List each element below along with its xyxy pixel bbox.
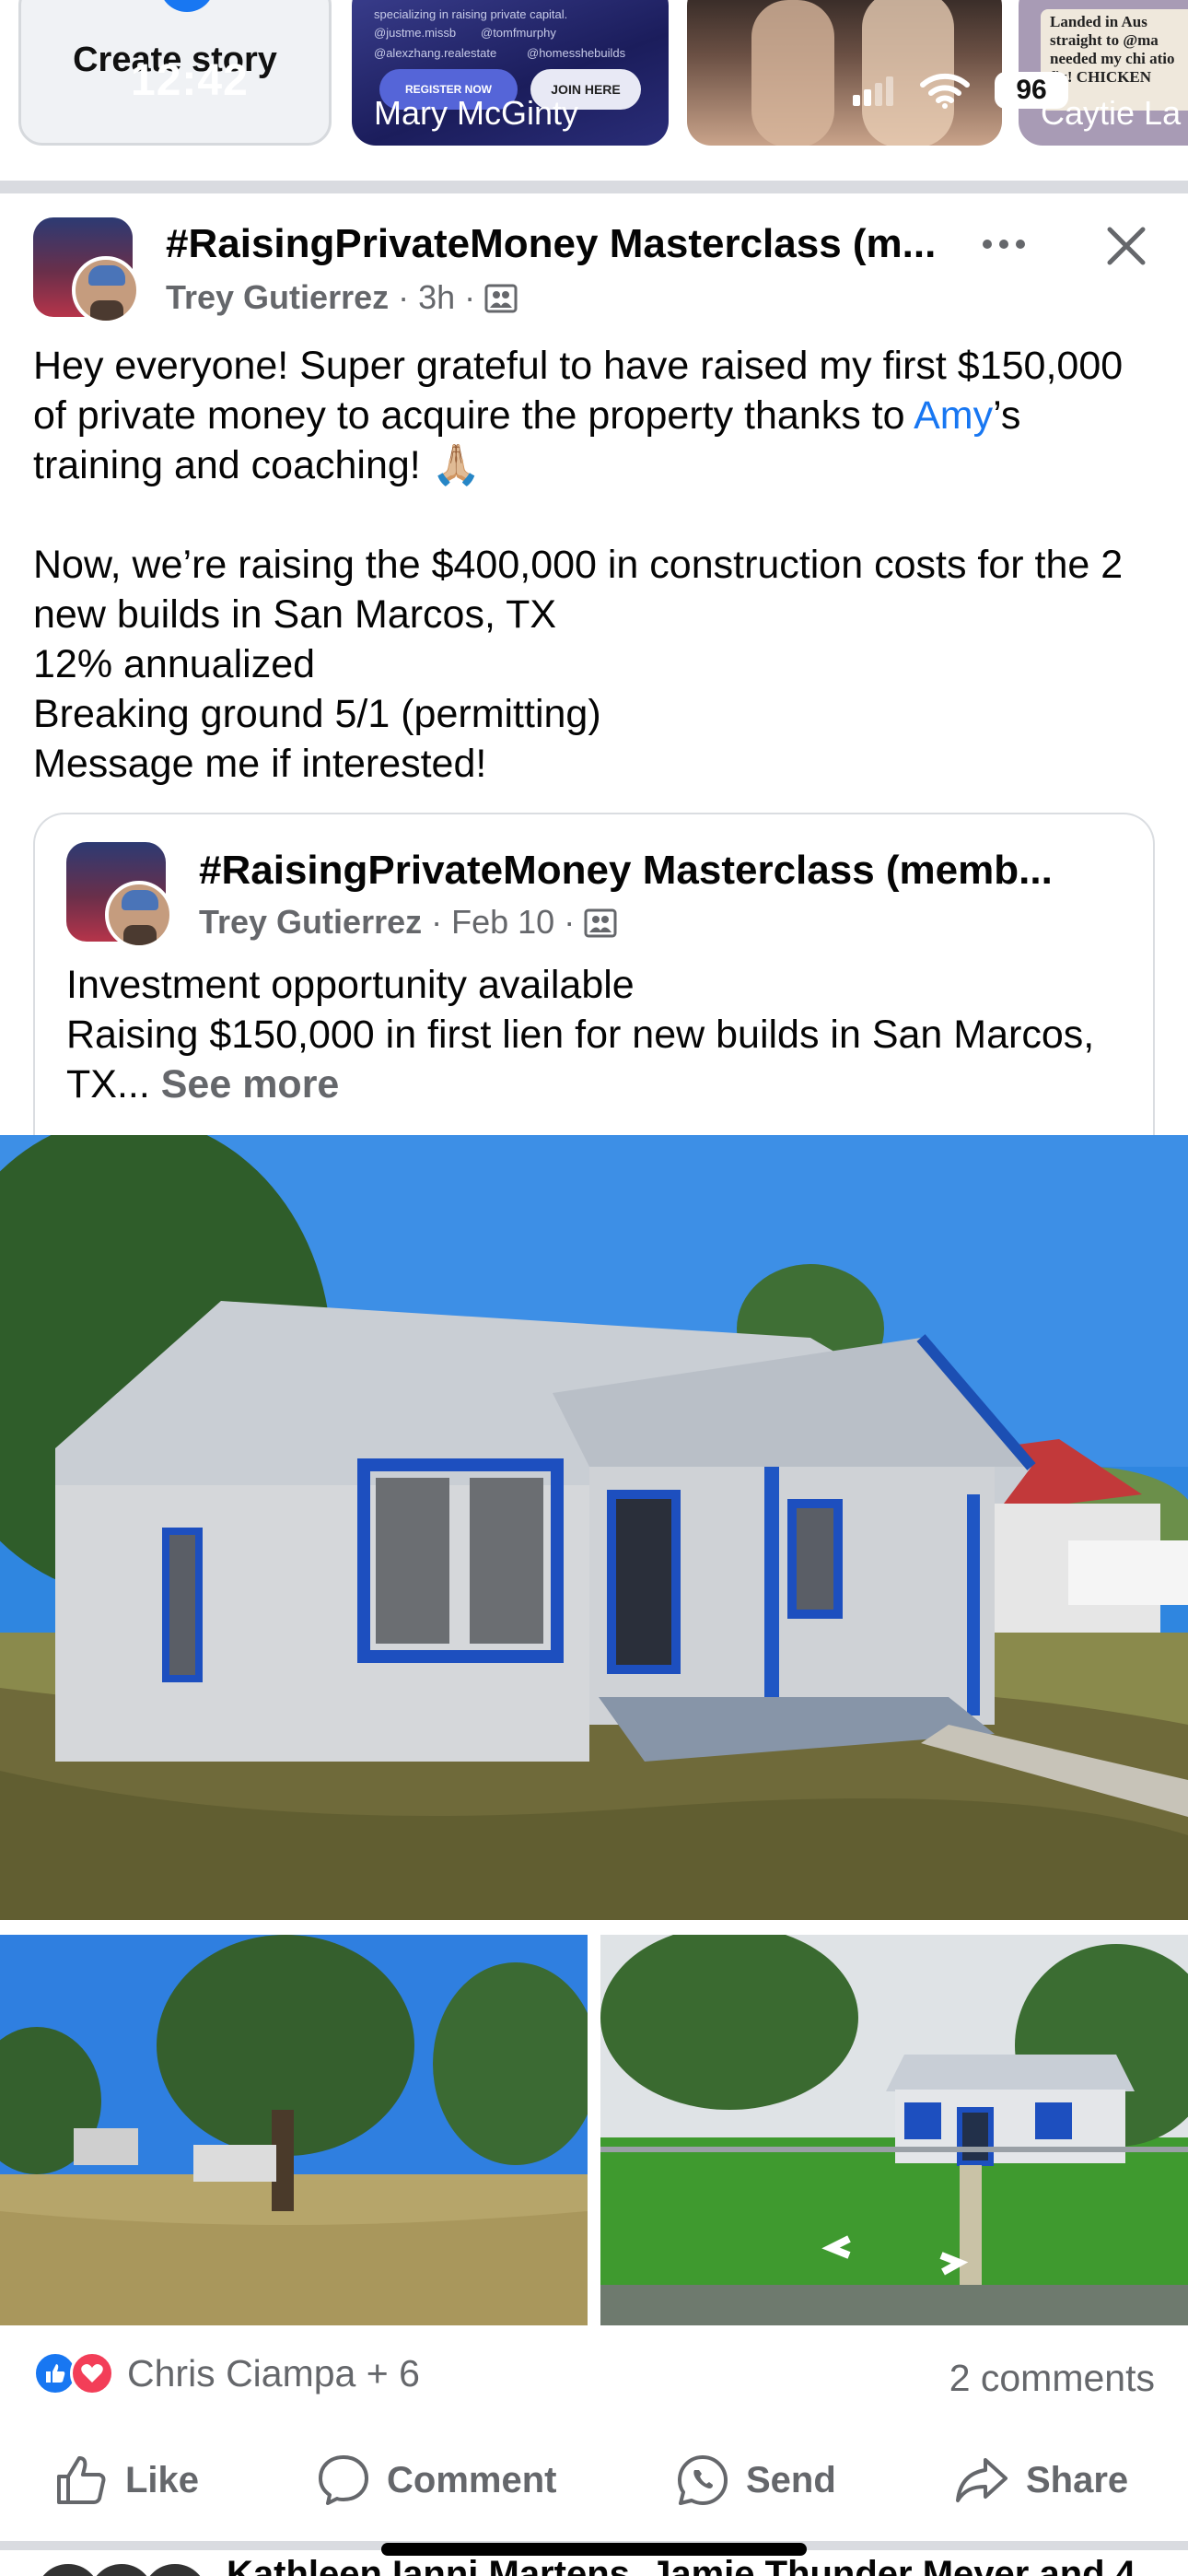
story-handle: @justme.missb	[374, 26, 457, 40]
story-author-name: Mary McGinty	[374, 94, 579, 132]
avatar	[87, 2561, 157, 2576]
comments-count[interactable]: 2 comments	[949, 2357, 1155, 2400]
close-icon	[1107, 227, 1146, 265]
story-photo-person	[751, 0, 834, 146]
post-text: Hey everyone! Super grateful to have rai…	[33, 341, 1157, 789]
avatar	[33, 2561, 103, 2576]
author-avatar	[72, 256, 140, 324]
shared-post-text: Investment opportunity available Raising…	[66, 960, 1135, 1109]
wifi-icon	[920, 73, 970, 109]
post-text-rest: Now, we’re raising the $400,000 in const…	[33, 543, 1124, 786]
send-icon	[678, 2455, 728, 2505]
comment-label: Comment	[387, 2459, 557, 2500]
post-actions: Like Comment Send Share	[0, 2443, 1188, 2517]
reactions-summary[interactable]: Chris Ciampa + 6	[33, 2351, 420, 2395]
more-dots-icon	[983, 240, 992, 249]
group-title[interactable]: #RaisingPrivateMoney Masterclass (m...	[166, 221, 967, 267]
stories-strip: Create story specializing in raising pri…	[0, 0, 1188, 181]
like-icon	[57, 2456, 106, 2504]
see-more-link[interactable]: See more	[161, 1062, 340, 1107]
shared-group-title[interactable]: #RaisingPrivateMoney Masterclass (memb..…	[199, 848, 1129, 894]
comment-icon	[319, 2455, 368, 2505]
group-avatar[interactable]	[66, 842, 173, 949]
post-photo-lot[interactable]	[0, 1935, 588, 2325]
story-card[interactable]: specializing in raising private capital.…	[352, 0, 669, 146]
peek-avatars	[33, 2561, 210, 2576]
love-reaction-icon	[70, 2351, 114, 2395]
author-name[interactable]: Trey Gutierrez	[166, 278, 389, 317]
send-label: Send	[746, 2459, 836, 2500]
home-indicator[interactable]	[381, 2543, 807, 2556]
share-icon	[956, 2458, 1007, 2502]
shared-post-card[interactable]: #RaisingPrivateMoney Masterclass (memb..…	[33, 813, 1155, 1144]
shared-post-meta: Trey Gutierrez · Feb 10 ·	[199, 903, 617, 942]
close-button[interactable]	[1096, 216, 1157, 276]
group-avatar[interactable]	[33, 217, 140, 324]
add-story-icon	[159, 0, 215, 12]
battery-indicator: 96	[995, 72, 1068, 109]
story-handle: @alexzhang.realestate	[374, 46, 497, 60]
empty-lot-photo	[0, 1935, 588, 2325]
street-view-photo	[600, 1935, 1188, 2325]
author-avatar	[105, 881, 173, 949]
share-label: Share	[1026, 2459, 1129, 2500]
share-button[interactable]: Share	[954, 2443, 1128, 2517]
feed-divider	[0, 181, 1188, 193]
like-label: Like	[125, 2459, 200, 2500]
story-handle: @homesshebuilds	[527, 46, 626, 60]
reactions-text: Chris Ciampa + 6	[127, 2351, 420, 2395]
more-options-button[interactable]	[976, 221, 1031, 267]
status-time: 12:42	[131, 56, 249, 105]
send-button[interactable]: Send	[676, 2443, 836, 2517]
house-photo	[0, 1135, 1188, 1920]
post-photo-main[interactable]	[0, 1135, 1188, 1920]
mention-link[interactable]: Amy	[914, 393, 993, 438]
post-photo-streetview[interactable]	[600, 1935, 1188, 2325]
shared-author-name[interactable]: Trey Gutierrez	[199, 903, 422, 942]
story-handle: @tomfmurphy	[481, 26, 556, 40]
post-time[interactable]: 3h	[418, 278, 455, 317]
comment-button[interactable]: Comment	[317, 2443, 556, 2517]
group-privacy-icon	[484, 284, 518, 313]
post-meta: Trey Gutierrez · 3h ·	[166, 278, 518, 317]
avatar	[140, 2561, 210, 2576]
cellular-signal-icon	[853, 76, 893, 106]
shared-post-time[interactable]: Feb 10	[451, 903, 554, 942]
status-icons: 96	[851, 63, 1068, 118]
group-privacy-icon	[584, 908, 617, 938]
story-caption: specializing in raising private capital.	[374, 7, 568, 21]
next-post-title[interactable]: Kathleen Ianni Martens, Jamie Thunder Me…	[227, 2554, 1136, 2576]
like-button[interactable]: Like	[55, 2443, 199, 2517]
